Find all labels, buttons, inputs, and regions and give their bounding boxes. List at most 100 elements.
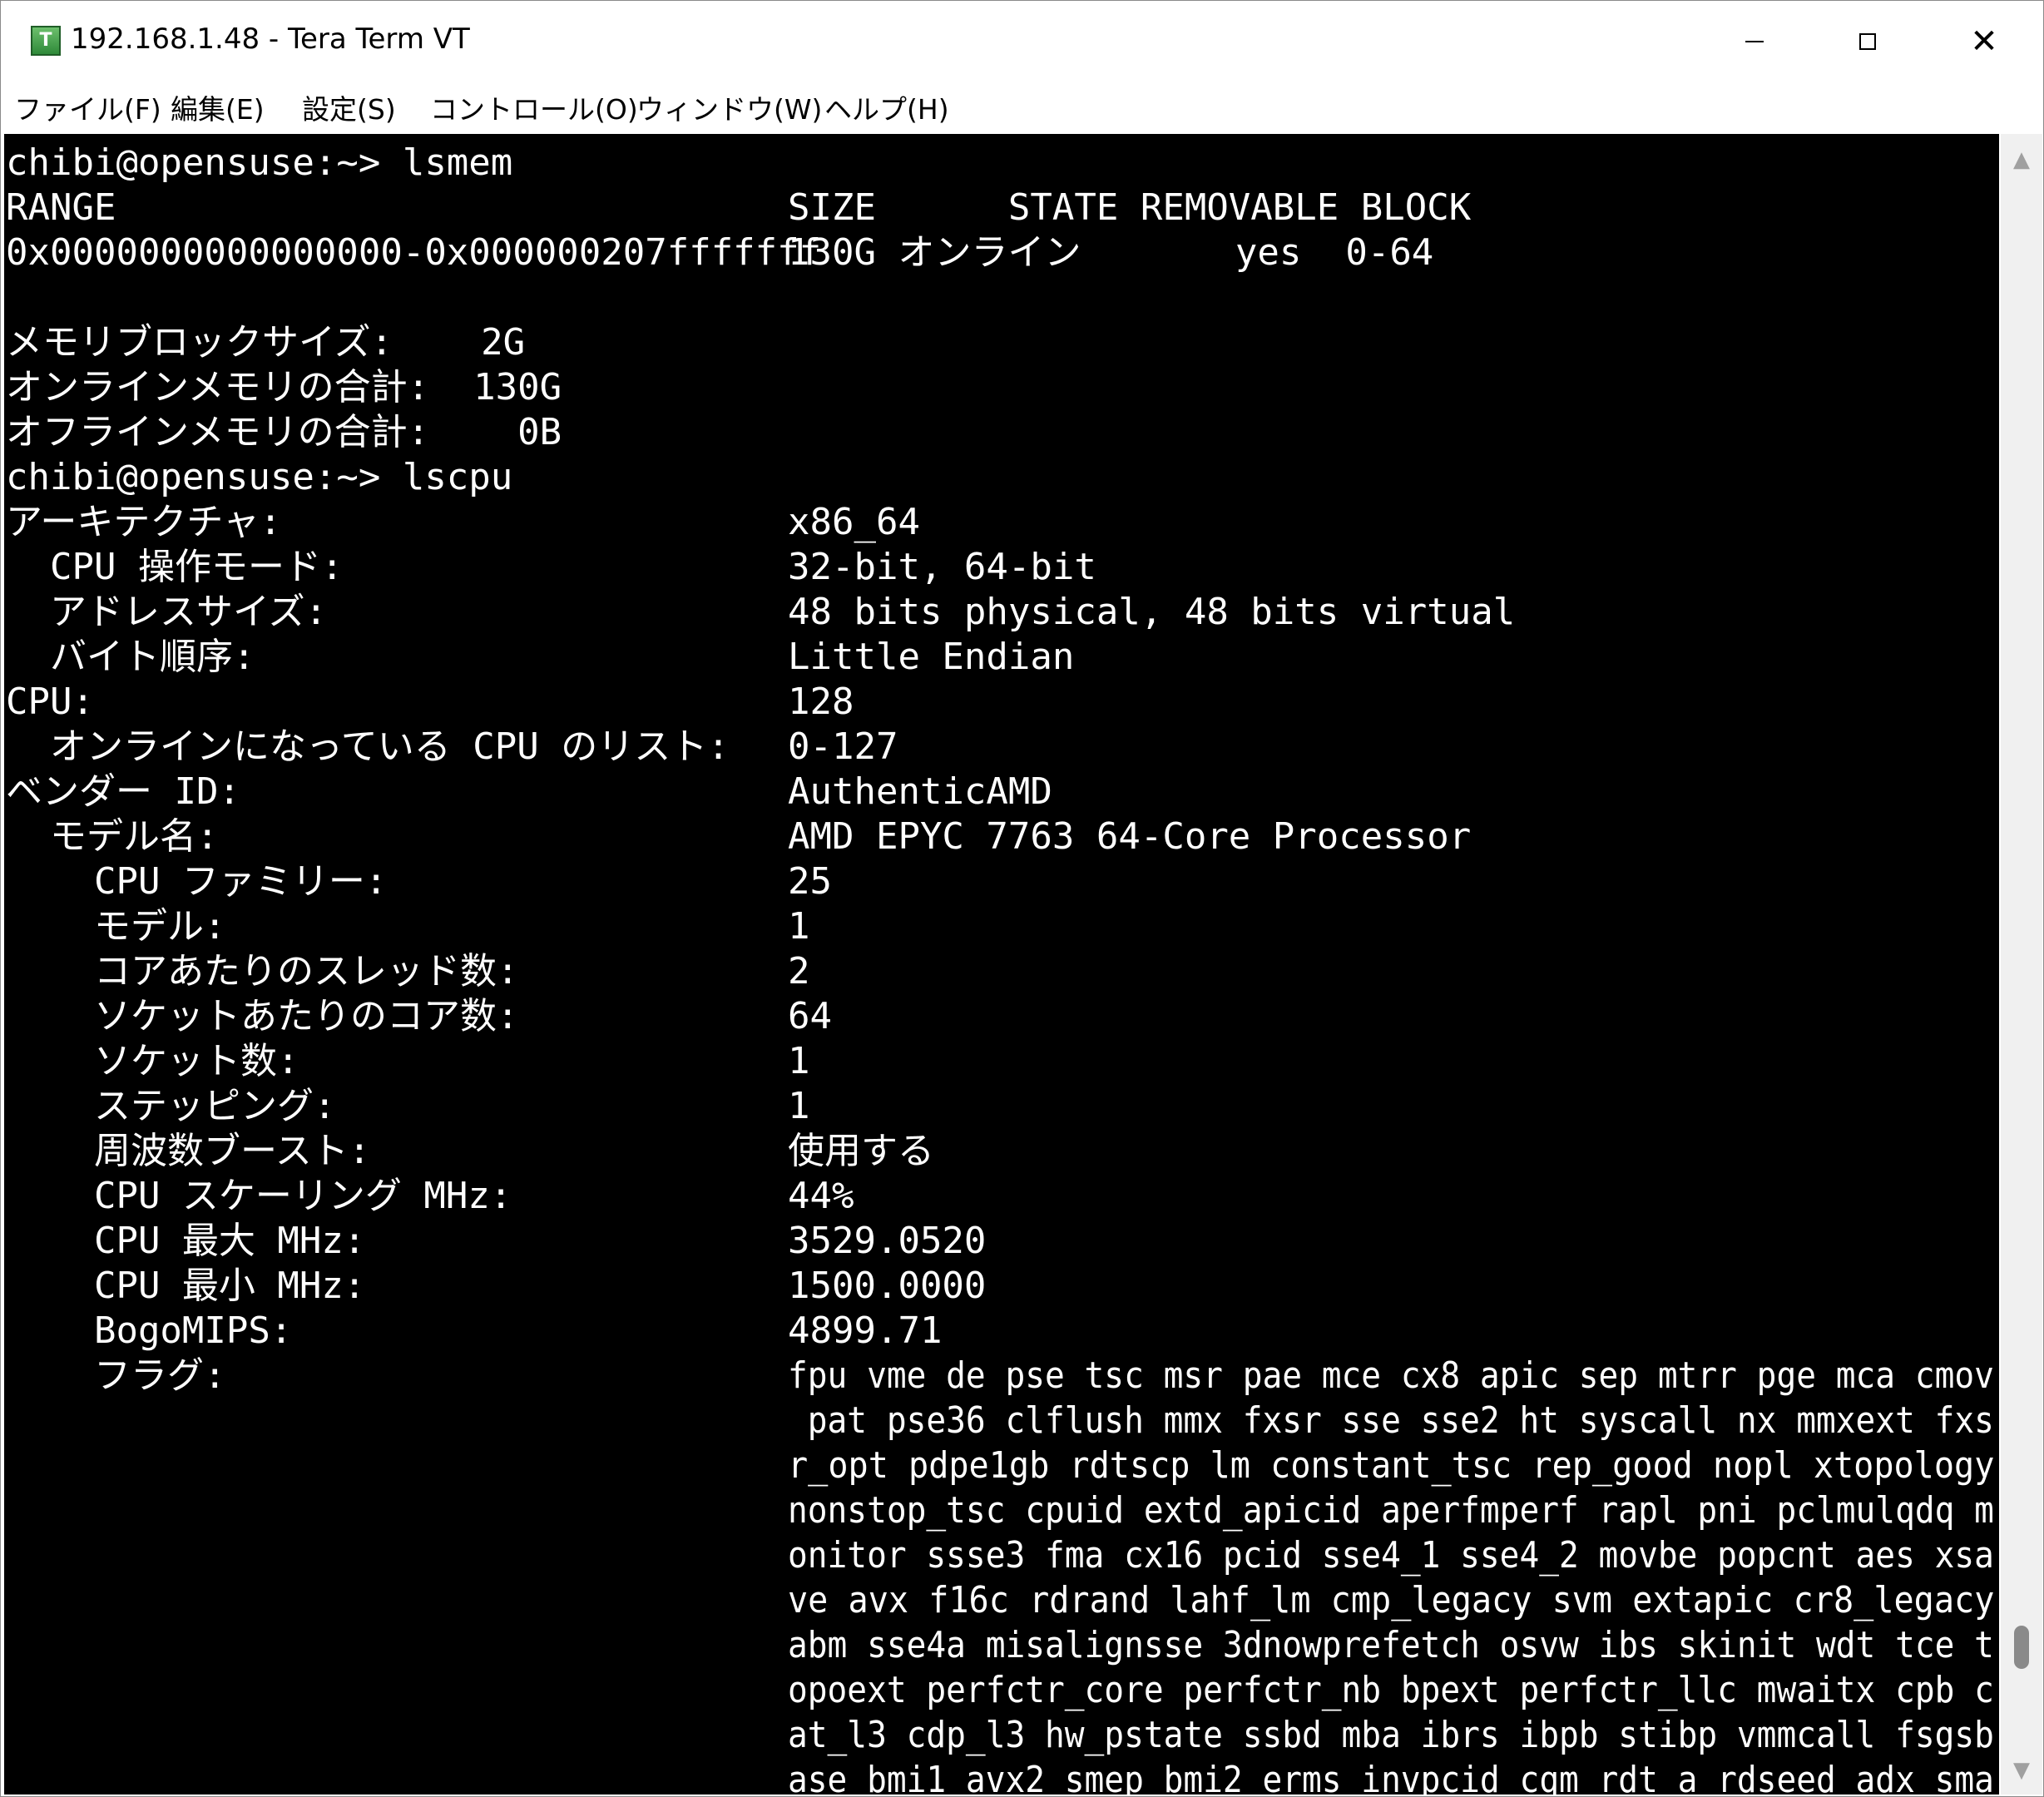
menu-edit[interactable]: 編集(E) xyxy=(171,87,265,127)
terminal-line-label: 0x0000000000000000-0x000000207fffffff xyxy=(6,231,822,274)
terminal-line: アドレスサイズ: 48 bits physical, 48 bits virtua… xyxy=(6,590,1994,635)
terminal-line-value: 32-bit, 64-bit xyxy=(788,546,1096,588)
terminal-line-label: 周波数ブースト: xyxy=(6,1130,371,1172)
terminal-line: ステッピング: 1 xyxy=(6,1084,1994,1129)
scroll-thumb[interactable] xyxy=(2014,1625,2029,1669)
menu-control[interactable]: コントロール(O) xyxy=(430,87,638,127)
menu-bar: ファイル(F) 編集(E) 設定(S) コントロール(O) ウィンドウ(W) ヘ… xyxy=(1,82,2043,131)
maximize-button[interactable] xyxy=(1811,1,1924,82)
terminal-line-label: バイト順序: xyxy=(6,636,255,678)
menu-window[interactable]: ウィンドウ(W) xyxy=(636,87,822,127)
terminal-line-value: onitor ssse3 fma cx16 pcid sse4_1 sse4_2… xyxy=(788,1534,1994,1577)
terminal-line: CPU 操作モード: 32-bit, 64-bit xyxy=(6,545,1994,590)
terminal-line-value: 3529.0520 xyxy=(788,1220,987,1262)
terminal-line-label: ステッピング: xyxy=(6,1085,336,1127)
terminal-line-value: 0-127 xyxy=(788,725,898,768)
terminal-line: オフラインメモリの合計: 0B xyxy=(6,410,1994,455)
terminal-line: ase bmi1 avx2 smep bmi2 erms invpcid cqm… xyxy=(6,1758,1994,1795)
terminal-line-value: SIZE STATE REMOVABLE BLOCK xyxy=(788,186,1472,229)
terminal-line-label: CPU: xyxy=(6,681,94,723)
terminal-line-value: at_l3 cdp_l3 hw_pstate ssbd mba ibrs ibp… xyxy=(788,1714,1994,1756)
terminal-line-value: ase bmi1 avx2 smep bmi2 erms invpcid cqm… xyxy=(788,1759,1994,1795)
terminal-line: pat pse36 clflush mmx fxsr sse sse2 ht s… xyxy=(6,1398,1994,1443)
menu-help[interactable]: ヘルプ(H) xyxy=(824,87,949,127)
terminal-line-label: アドレスサイズ: xyxy=(6,591,328,633)
terminal-line: onitor ssse3 fma cx16 pcid sse4_1 sse4_2… xyxy=(6,1533,1994,1578)
terminal-line-label: オンラインメモリの合計: 130G xyxy=(6,366,562,408)
terminal-line-label: オンラインになっている CPU のリスト: xyxy=(6,725,730,768)
terminal-line: nonstop_tsc cpuid extd_apicid aperfmperf… xyxy=(6,1488,1994,1533)
terminal-line-value: pat pse36 clflush mmx fxsr sse sse2 ht s… xyxy=(788,1399,1994,1442)
minimize-button[interactable] xyxy=(1698,1,1811,82)
terminal-line-label: CPU 操作モード: xyxy=(6,546,344,588)
scroll-down-arrow-icon[interactable]: ▼ xyxy=(2001,1750,2042,1791)
terminal-line-value: 4899.71 xyxy=(788,1309,943,1352)
terminal-line-value: 1 xyxy=(788,1040,810,1082)
terminal-line: モデル: 1 xyxy=(6,904,1994,949)
terminal-line: RANGE SIZE STATE REMOVABLE BLOCK xyxy=(6,186,1994,230)
menu-setup[interactable]: 設定(S) xyxy=(302,87,396,127)
terminal-line: ベンダー ID: AuthenticAMD xyxy=(6,770,1994,814)
terminal-line-value: Little Endian xyxy=(788,636,1075,678)
terminal-line: CPU 最大 MHz: 3529.0520 xyxy=(6,1219,1994,1264)
terminal-line-label: RANGE xyxy=(6,186,116,229)
terminal-line: モデル名: AMD EPYC 7763 64-Core Processor xyxy=(6,814,1994,859)
terminal-line: CPU: 128 xyxy=(6,680,1994,725)
terminal-line-value: AMD EPYC 7763 64-Core Processor xyxy=(788,815,1472,858)
terminal-line: 0x0000000000000000-0x000000207fffffff 130… xyxy=(6,230,1994,275)
terminal-line-value: 1 xyxy=(788,1085,810,1127)
close-icon: ✕ xyxy=(1970,22,1998,61)
terminal-line-value: 2 xyxy=(788,950,810,993)
terminal-line-label: オフラインメモリの合計: 0B xyxy=(6,411,562,453)
terminal-line: abm sse4a misalignsse 3dnowprefetch osvw… xyxy=(6,1623,1994,1668)
terminal-line: r_opt pdpe1gb rdtscp lm constant_tsc rep… xyxy=(6,1443,1994,1488)
terminal-line-value: opoext perfctr_core perfctr_nb bpext per… xyxy=(788,1669,1994,1711)
terminal-line-label: ベンダー ID: xyxy=(6,770,240,813)
terminal-line-value: 25 xyxy=(788,860,832,903)
tera-term-window: T 192.168.1.48 - Tera Term VT ✕ ファイル(F) … xyxy=(0,0,2044,1797)
terminal-line: バイト順序: Little Endian xyxy=(6,635,1994,680)
terminal-line-value: r_opt pdpe1gb rdtscp lm constant_tsc rep… xyxy=(788,1444,1995,1487)
title-bar[interactable]: T 192.168.1.48 - Tera Term VT ✕ xyxy=(1,1,2043,82)
terminal-line: オンラインメモリの合計: 130G xyxy=(6,365,1994,410)
terminal-line: ve avx f16c rdrand lahf_lm cmp_legacy sv… xyxy=(6,1578,1994,1623)
terminal-line-label: CPU ファミリー: xyxy=(6,860,388,903)
scroll-up-arrow-icon[interactable]: ▲ xyxy=(2001,139,2042,181)
terminal-line: chibi@opensuse:~> lsmem xyxy=(6,141,1994,186)
terminal-line: ソケットあたりのコア数: 64 xyxy=(6,994,1994,1039)
terminal-line: CPU ファミリー: 25 xyxy=(6,859,1994,904)
vertical-scrollbar[interactable]: ▲ ▼ xyxy=(2001,134,2042,1795)
terminal-line: メモリブロックサイズ: 2G xyxy=(6,320,1994,365)
terminal-line-label: chibi@opensuse:~> lscpu xyxy=(6,456,513,498)
terminal-line-value: x86_64 xyxy=(788,501,920,543)
terminal-line-value: 128 xyxy=(788,681,854,723)
terminal-screen[interactable]: chibi@opensuse:~> lsmem RANGE SIZE STATE R… xyxy=(4,134,1999,1795)
minimize-icon xyxy=(1745,41,1764,42)
terminal-line: opoext perfctr_core perfctr_nb bpext per… xyxy=(6,1668,1994,1713)
terminal-line-value: fpu vme de pse tsc msr pae mce cx8 apic … xyxy=(788,1354,1994,1397)
terminal-line: ソケット数: 1 xyxy=(6,1039,1994,1084)
terminal-line-label: CPU スケーリング MHz: xyxy=(6,1175,512,1217)
terminal-line: 周波数ブースト: 使用する xyxy=(6,1129,1994,1174)
terminal-line-label: BogoMIPS: xyxy=(6,1309,293,1352)
window-title: 192.168.1.48 - Tera Term VT xyxy=(71,22,470,56)
terminal-line: フラグ: fpu vme de pse tsc msr pae mce cx8 a… xyxy=(6,1354,1994,1398)
terminal-line-label: メモリブロックサイズ: 2G xyxy=(6,321,526,364)
terminal-line: コアあたりのスレッド数: 2 xyxy=(6,949,1994,994)
terminal-line-value: 130G オンライン yes 0-64 xyxy=(788,231,1434,274)
terminal-line-label: CPU 最小 MHz: xyxy=(6,1265,366,1307)
terminal-line-label: モデル: xyxy=(6,905,226,948)
terminal-line-value: 1 xyxy=(788,905,810,948)
tera-term-icon[interactable]: T xyxy=(31,26,61,56)
maximize-icon xyxy=(1859,33,1876,50)
terminal-line: オンラインになっている CPU のリスト: 0-127 xyxy=(6,725,1994,770)
terminal-line-value: 48 bits physical, 48 bits virtual xyxy=(788,591,1516,633)
terminal-line-value: 44% xyxy=(788,1175,854,1217)
terminal-line-label: CPU 最大 MHz: xyxy=(6,1220,366,1262)
terminal-line: chibi@opensuse:~> lscpu xyxy=(6,455,1994,500)
terminal-line: CPU 最小 MHz: 1500.0000 xyxy=(6,1264,1994,1309)
terminal-line-label: ソケットあたりのコア数: xyxy=(6,995,519,1037)
close-button[interactable]: ✕ xyxy=(1928,1,2041,82)
menu-file[interactable]: ファイル(F) xyxy=(14,87,161,127)
terminal-line-value: nonstop_tsc cpuid extd_apicid aperfmperf… xyxy=(788,1489,1994,1532)
